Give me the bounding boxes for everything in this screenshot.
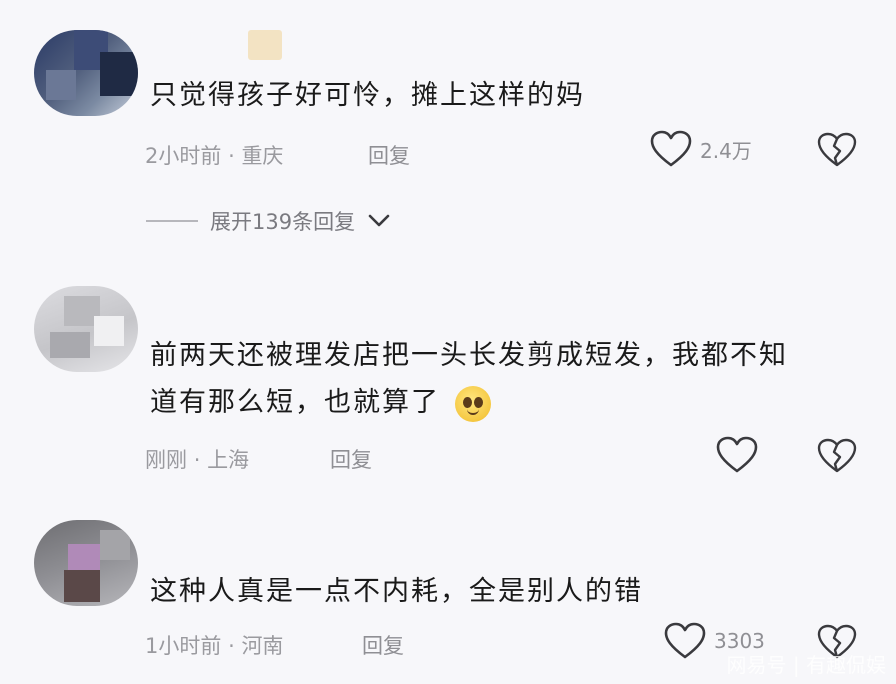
expand-replies-label: 展开139条回复 (210, 210, 356, 234)
meta-separator: · (228, 144, 235, 168)
heart-outline-icon (716, 436, 758, 474)
comment-time: 1小时前 (145, 634, 222, 658)
chevron-down-icon (367, 213, 391, 229)
user-avatar[interactable] (34, 30, 138, 116)
comment-meta: 2小时前 · 重庆 (145, 140, 283, 170)
comment-text-line-2-content: 道有那么短，也就算了 (150, 387, 440, 418)
expand-replies-button[interactable]: 展开139条回复 (146, 206, 391, 236)
comment-meta: 1小时前 · 河南 (145, 630, 283, 660)
reply-button[interactable]: 回复 (362, 630, 404, 660)
comment-meta: 刚刚 · 上海 (145, 444, 249, 474)
expand-divider (146, 220, 198, 222)
comment-time: 2小时前 (145, 144, 222, 168)
like-button[interactable]: 2.4万 (650, 130, 752, 168)
comment-text: 只觉得孩子好可怜，摊上这样的妈 (150, 80, 585, 111)
meta-separator: · (193, 448, 201, 472)
comment-location: 重庆 (241, 144, 284, 168)
comment-text-line-2: 道有那么短，也就算了 (150, 383, 491, 423)
comment-location: 上海 (207, 448, 250, 472)
comment-location: 河南 (241, 634, 284, 658)
meta-separator: · (228, 634, 235, 658)
comment-text: 这种人真是一点不内耗，全是别人的错 (150, 576, 643, 607)
comment-text-line-1: 前两天还被理发店把一头长发剪成短发，我都不知 (150, 340, 788, 371)
reply-button[interactable]: 回复 (368, 140, 410, 170)
user-avatar[interactable] (34, 286, 138, 372)
heart-outline-icon (664, 622, 706, 660)
username-blurred[interactable] (248, 30, 282, 60)
broken-heart-icon[interactable] (817, 438, 857, 474)
user-avatar[interactable] (34, 520, 138, 606)
broken-heart-icon[interactable] (817, 132, 857, 168)
like-button[interactable] (716, 436, 758, 474)
crying-emoji-icon (454, 385, 491, 422)
comment-time: 刚刚 (145, 448, 187, 472)
watermark: 网易号 | 有趣侃娱 (726, 653, 886, 677)
heart-outline-icon (650, 130, 692, 168)
like-count: 2.4万 (700, 138, 752, 163)
reply-button[interactable]: 回复 (330, 444, 372, 474)
